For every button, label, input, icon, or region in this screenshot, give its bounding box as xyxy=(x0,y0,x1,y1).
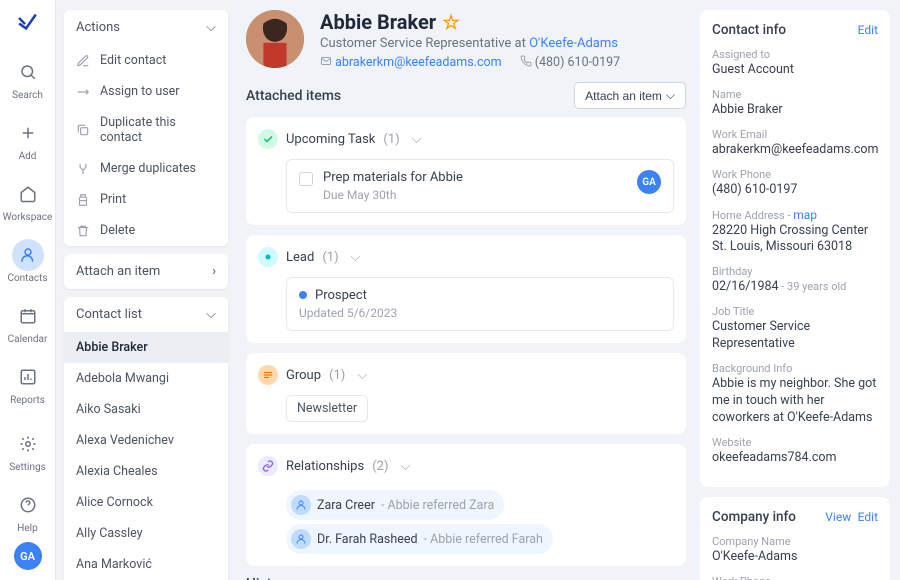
task-checkbox[interactable] xyxy=(299,172,313,186)
email-link[interactable]: abrakerkm@keefeadams.com xyxy=(335,55,502,70)
relationship-pill[interactable]: Dr. Farah Rasheed - Abbie referred Farah xyxy=(286,524,553,554)
group-chip[interactable]: Newsletter xyxy=(286,395,368,422)
rel-label: Relationships xyxy=(286,459,364,474)
action-duplicate[interactable]: Duplicate this contact xyxy=(64,107,228,153)
view-company[interactable]: View xyxy=(825,510,851,524)
action-delete[interactable]: Delete xyxy=(64,215,228,246)
star-icon[interactable]: ☆ xyxy=(442,10,460,34)
task-icon xyxy=(258,129,278,149)
chevron-down-icon: ⌵ xyxy=(206,307,216,322)
company-info-title: Company info xyxy=(712,509,796,525)
assignee-avatar[interactable]: GA xyxy=(637,170,661,194)
action-print[interactable]: Print xyxy=(64,184,228,215)
lead-card: Lead (1) ⌵ Prospect Updated 5/6/2023 xyxy=(246,235,686,343)
actions-panel: Actions ⌵ Edit contact Assign to user Du… xyxy=(64,10,228,246)
search-icon xyxy=(12,56,44,88)
contact-list-item[interactable]: Adebola Mwangi xyxy=(64,363,228,394)
calendar-icon xyxy=(12,300,44,332)
rail-contacts[interactable]: Contacts xyxy=(0,231,55,292)
person-icon xyxy=(291,529,311,549)
contact-list-item[interactable]: Alice Cornock xyxy=(64,487,228,518)
action-edit-contact[interactable]: Edit contact xyxy=(64,45,228,76)
attached-items-title: Attached items xyxy=(246,88,341,104)
contact-list-toggle[interactable]: Contact list ⌵ xyxy=(64,297,228,332)
relationship-icon xyxy=(258,456,278,476)
rail-workspace[interactable]: Workspace xyxy=(0,170,55,231)
rail-add[interactable]: Add xyxy=(0,109,55,170)
history-title: History xyxy=(246,576,686,580)
contact-list-item[interactable]: Ana Marković xyxy=(64,549,228,580)
company-info-card: Company info View Edit Company NameO'Kee… xyxy=(700,497,890,580)
rail-search[interactable]: Search xyxy=(0,48,55,109)
group-card: Group (1) ⌵ Newsletter xyxy=(246,353,686,434)
gear-icon xyxy=(12,428,44,460)
contact-header: Abbie Braker ☆ Customer Service Represen… xyxy=(246,10,686,70)
status-dot xyxy=(299,291,307,299)
task-label: Upcoming Task xyxy=(286,132,375,147)
lead-item[interactable]: Prospect Updated 5/6/2023 xyxy=(286,277,674,331)
rail-calendar[interactable]: Calendar xyxy=(0,292,55,353)
sidebar: Actions ⌵ Edit contact Assign to user Du… xyxy=(56,0,236,580)
edit-company[interactable]: Edit xyxy=(858,510,878,524)
edit-contact-info[interactable]: Edit xyxy=(858,23,878,37)
map-link[interactable]: map xyxy=(793,208,817,222)
contact-info-title: Contact info xyxy=(712,22,786,38)
app-logo[interactable] xyxy=(16,10,40,34)
relationship-pill[interactable]: Zara Creer - Abbie referred Zara xyxy=(286,490,504,520)
chevron-down-icon[interactable]: ⌵ xyxy=(400,459,410,474)
contact-avatar[interactable] xyxy=(246,10,304,68)
relationships-card: Relationships (2) ⌵ Zara Creer - Abbie r… xyxy=(246,444,686,566)
email-row: abrakerkm@keefeadams.com xyxy=(320,55,502,70)
chevron-down-icon[interactable]: ⌵ xyxy=(357,368,367,383)
contact-list-item[interactable]: Alexa Vedenichev xyxy=(64,425,228,456)
nav-rail: Search Add Workspace Contacts Calendar R… xyxy=(0,0,56,580)
contact-info-card: Contact info Edit Assigned toGuest Accou… xyxy=(700,10,890,487)
contact-list-item[interactable]: Abbie Braker xyxy=(64,332,228,363)
lead-label: Lead xyxy=(286,250,314,265)
main-content: Abbie Braker ☆ Customer Service Represen… xyxy=(236,0,900,580)
person-icon xyxy=(291,495,311,515)
rail-help[interactable]: Help xyxy=(0,481,55,542)
person-icon xyxy=(12,239,44,271)
action-assign-user[interactable]: Assign to user xyxy=(64,76,228,107)
task-card: Upcoming Task (1) ⌵ Prep materials for A… xyxy=(246,117,686,225)
chevron-down-icon[interactable]: ⌵ xyxy=(351,250,361,265)
chart-icon xyxy=(12,361,44,393)
chevron-down-icon: ⌵ xyxy=(666,88,675,103)
help-icon xyxy=(12,489,44,521)
phone-row: (480) 610-0197 xyxy=(520,55,621,70)
contact-role: Customer Service Representative at O'Kee… xyxy=(320,36,620,51)
lead-icon xyxy=(258,247,278,267)
chevron-down-icon: ⌵ xyxy=(206,20,216,35)
action-merge[interactable]: Merge duplicates xyxy=(64,153,228,184)
info-column: Contact info Edit Assigned toGuest Accou… xyxy=(700,10,890,580)
contact-list-panel: Contact list ⌵ Abbie Braker Adebola Mwan… xyxy=(64,297,228,580)
actions-toggle[interactable]: Actions ⌵ xyxy=(64,10,228,45)
contact-list-item[interactable]: Aiko Sasaki xyxy=(64,394,228,425)
task-item[interactable]: Prep materials for Abbie Due May 30th GA xyxy=(286,159,674,213)
home-icon xyxy=(12,178,44,210)
rail-reports[interactable]: Reports xyxy=(0,353,55,414)
chevron-down-icon[interactable]: ⌵ xyxy=(412,132,422,147)
user-avatar[interactable]: GA xyxy=(14,542,42,570)
attach-item-panel[interactable]: Attach an item › xyxy=(64,254,228,289)
company-link[interactable]: O'Keefe-Adams xyxy=(529,36,618,51)
rail-settings[interactable]: Settings xyxy=(0,420,55,481)
attach-item-button[interactable]: Attach an item ⌵ xyxy=(574,82,686,109)
group-label: Group xyxy=(286,368,321,383)
contact-list-item[interactable]: Alexia Cheales xyxy=(64,456,228,487)
chevron-right-icon: › xyxy=(212,264,216,279)
contact-name: Abbie Braker ☆ xyxy=(320,10,620,34)
plus-icon xyxy=(12,117,44,149)
group-icon xyxy=(258,365,278,385)
contact-list-item[interactable]: Ally Cassley xyxy=(64,518,228,549)
